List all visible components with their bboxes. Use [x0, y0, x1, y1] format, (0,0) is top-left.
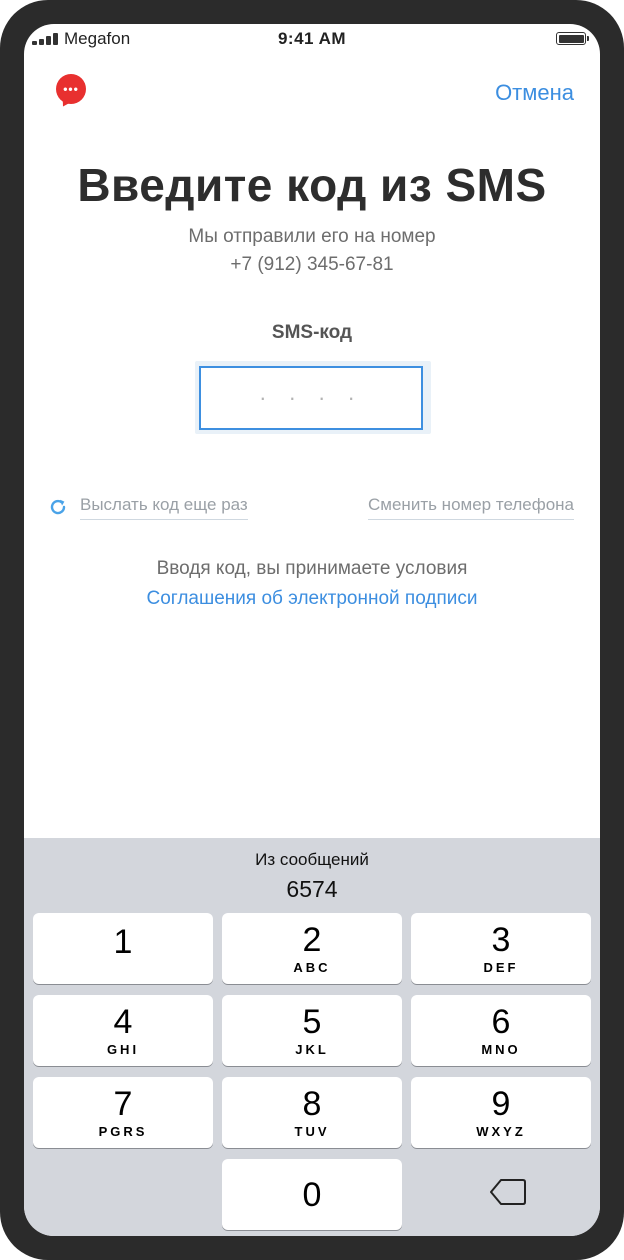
terms-link[interactable]: Соглашения об электронной подписи — [24, 588, 600, 610]
phone-frame: Megafon 9:41 AM ••• Отмена Введите код и… — [0, 0, 624, 1260]
key-7[interactable]: 7 PGRS — [33, 1077, 213, 1148]
page-title: Введите код из SMS — [77, 159, 547, 211]
suggestion-label: Из сообщений — [255, 850, 369, 869]
subtitle: Мы отправили его на номер — [188, 226, 436, 247]
change-number-button[interactable]: Сменить номер телефона — [368, 492, 574, 522]
cancel-button[interactable]: Отмена — [495, 80, 574, 106]
terms-text: Вводя код, вы принимаете условия — [156, 558, 468, 579]
status-time: 9:41 AM — [277, 29, 347, 48]
backspace-icon[interactable] — [488, 1177, 528, 1207]
resend-code-label: Выслать код еще раз — [80, 495, 248, 520]
status-bar: Megafon 9:41 AM — [24, 24, 600, 54]
refresh-icon — [50, 499, 66, 515]
phone-number: +7 (912) 345-67-81 — [230, 254, 394, 275]
key-0[interactable]: 0 — [222, 1159, 402, 1230]
change-number-label: Сменить номер телефона — [368, 495, 574, 520]
numeric-keyboard: Из сообщений 6574 1 2 ABC 3 DEF 4 GHI 5 … — [24, 838, 600, 1236]
sms-code-input[interactable] — [199, 366, 423, 430]
chat-bubble-icon: ••• — [56, 74, 86, 104]
suggestion-code[interactable]: 6574 — [24, 876, 600, 903]
sms-code-field-wrapper — [195, 361, 431, 434]
sms-code-label: SMS-код — [271, 322, 353, 343]
key-6[interactable]: 6 MNO — [411, 995, 591, 1066]
key-3[interactable]: 3 DEF — [411, 913, 591, 984]
key-8[interactable]: 8 TUV — [222, 1077, 402, 1148]
key-4[interactable]: 4 GHI — [33, 995, 213, 1066]
resend-code-button[interactable]: Выслать код еще раз — [48, 492, 248, 522]
key-5[interactable]: 5 JKL — [222, 995, 402, 1066]
battery-icon — [556, 32, 589, 45]
screen: Megafon 9:41 AM ••• Отмена Введите код и… — [24, 24, 600, 1236]
key-2[interactable]: 2 ABC — [222, 913, 402, 984]
key-1[interactable]: 1 — [33, 913, 213, 984]
key-9[interactable]: 9 WXYZ — [411, 1077, 591, 1148]
